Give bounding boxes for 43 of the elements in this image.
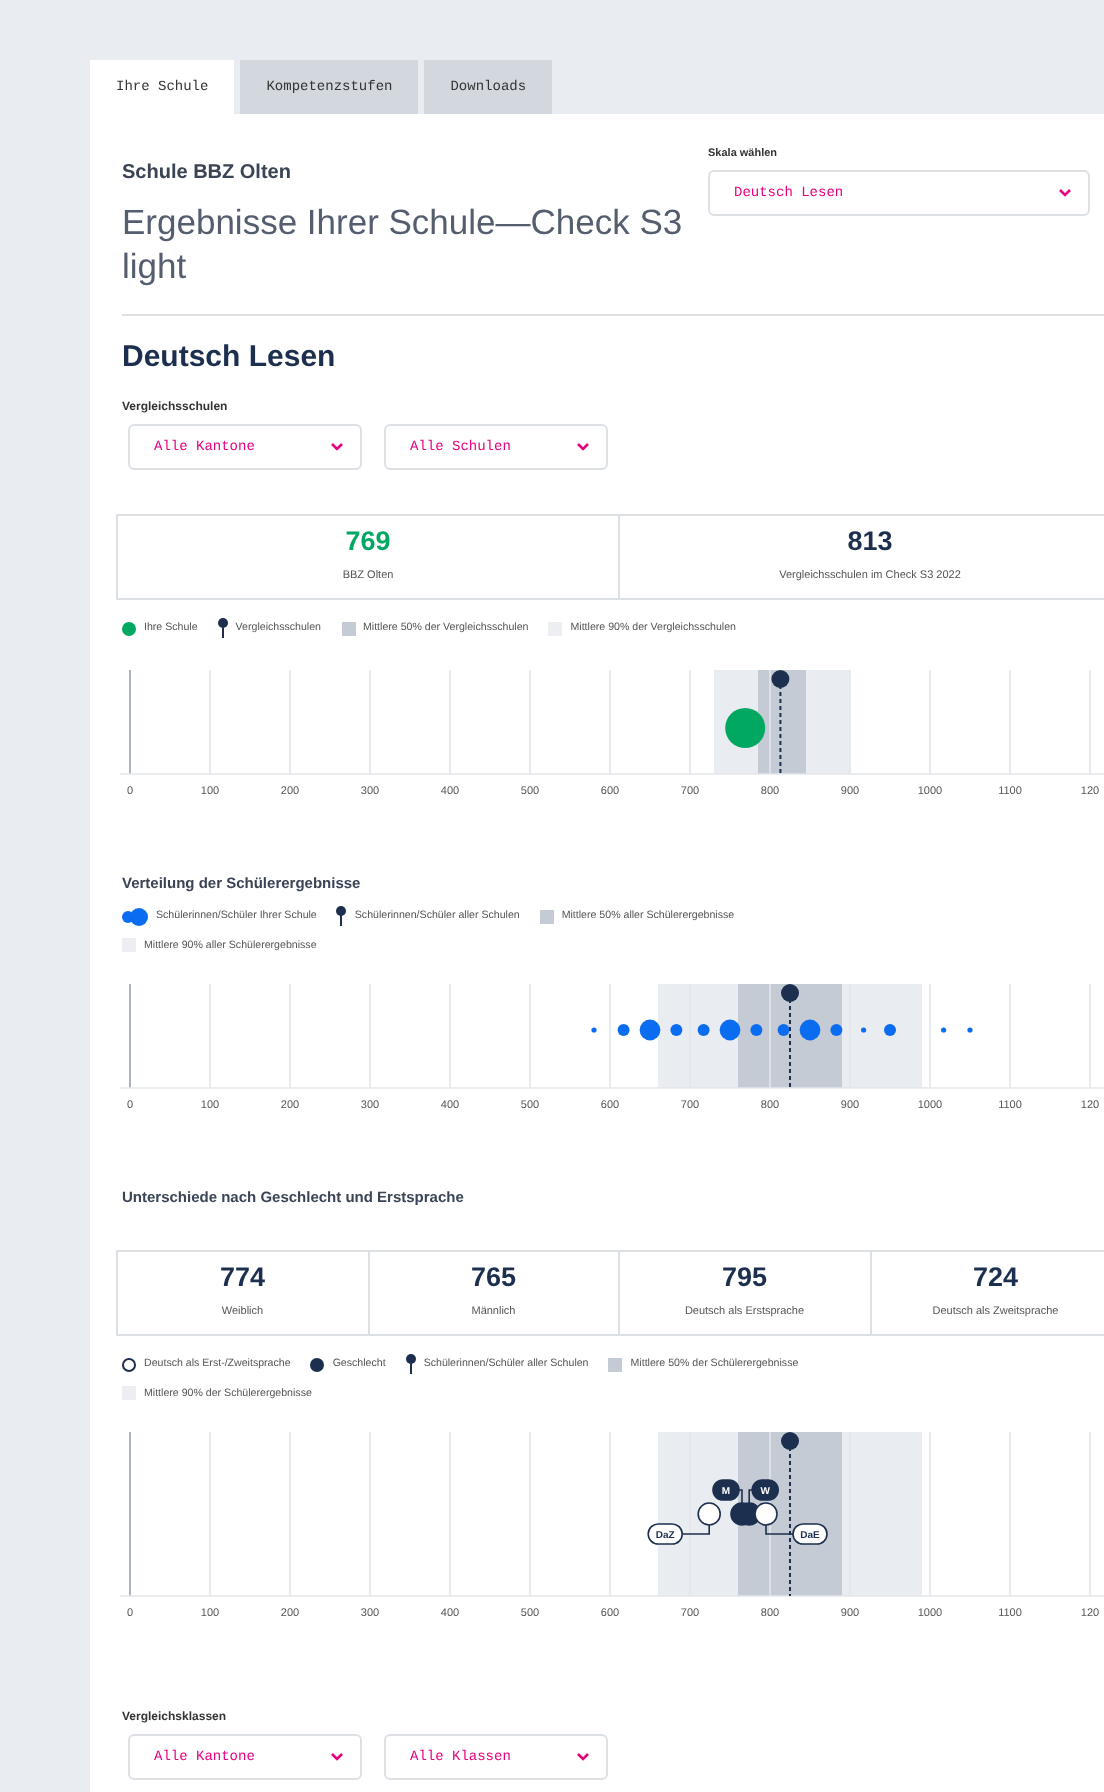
score-value: 769 <box>345 526 391 558</box>
average-pin <box>781 984 799 1089</box>
student-dot <box>941 1027 947 1033</box>
school-name: Schule BBZ Olten <box>122 162 293 184</box>
average-pin <box>771 670 790 775</box>
student-dot <box>861 1027 867 1033</box>
chevron-icon <box>576 442 590 452</box>
swatch-icon <box>539 909 554 923</box>
chevron-icon <box>576 1752 590 1762</box>
ring-icon <box>122 1357 136 1371</box>
language-dot <box>754 1502 778 1526</box>
student-dot <box>639 1019 661 1041</box>
student-dot <box>830 1024 843 1036</box>
chevron-icon <box>330 442 344 452</box>
student-dot <box>591 1027 597 1033</box>
swatch-icon <box>608 1357 623 1371</box>
student-dot <box>750 1024 763 1036</box>
student-dot <box>777 1024 790 1036</box>
dot-icon <box>122 621 136 635</box>
score-value: 765 <box>470 1262 517 1294</box>
pin-icon <box>217 618 228 638</box>
pin-icon <box>336 906 347 926</box>
section-title: Deutsch Lesen <box>122 340 338 374</box>
student-dot <box>670 1024 683 1036</box>
disc-icon <box>310 1357 325 1371</box>
pin-icon <box>405 1354 416 1374</box>
dots-icon <box>122 907 148 925</box>
chevron-icon <box>1058 188 1072 198</box>
score-value: 795 <box>721 1262 768 1294</box>
student-dot <box>884 1024 896 1036</box>
school-score-dot <box>725 708 766 748</box>
swatch-icon <box>341 621 355 635</box>
score-value: 813 <box>847 526 893 558</box>
student-dot <box>617 1024 630 1036</box>
student-dot <box>799 1019 821 1041</box>
page-title: Ergebnisse Ihrer Schule—Check S3 light <box>122 200 685 288</box>
chevron-icon <box>330 1752 344 1762</box>
student-dot <box>719 1019 741 1041</box>
student-dot <box>967 1027 973 1033</box>
language-dot <box>697 1502 721 1526</box>
student-dot <box>697 1024 710 1036</box>
score-value: 774 <box>219 1262 266 1294</box>
score-value: 724 <box>972 1262 1019 1294</box>
